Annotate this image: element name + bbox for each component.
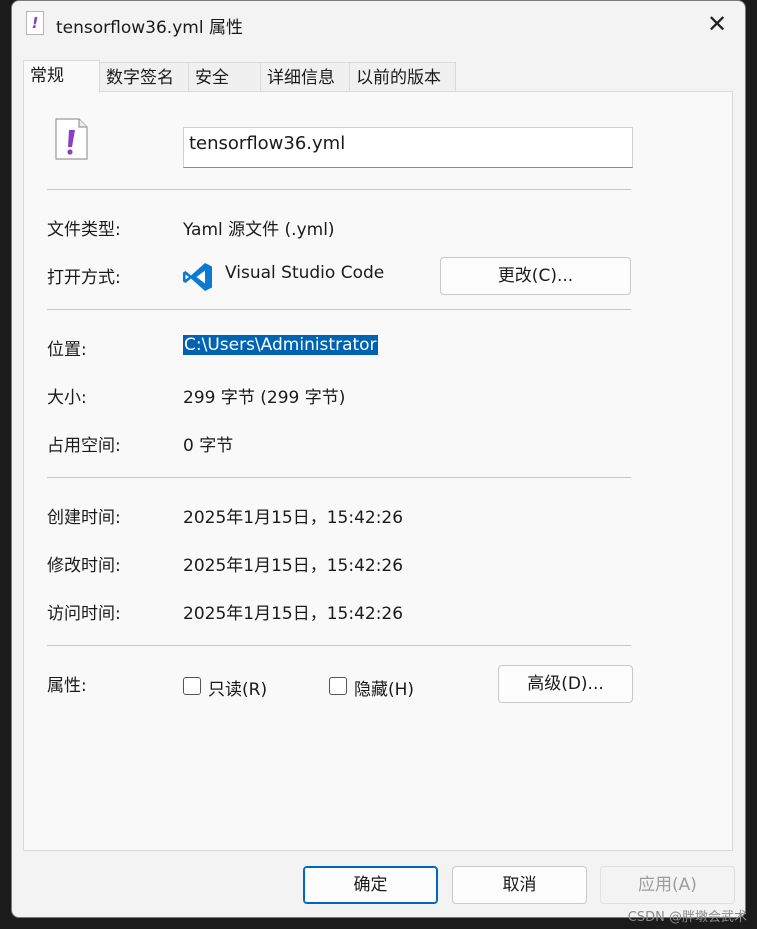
location-value[interactable]: C:\Users\Administrator <box>183 335 378 355</box>
yaml-file-icon: ! <box>26 11 44 35</box>
close-button[interactable]: ✕ <box>697 5 737 43</box>
vscode-icon <box>183 263 212 291</box>
apply-button[interactable]: 应用(A) <box>600 866 735 904</box>
accessed-label: 访问时间: <box>47 604 121 624</box>
ok-button[interactable]: 确定 <box>303 866 438 904</box>
created-label: 创建时间: <box>47 508 121 528</box>
attributes-label: 属性: <box>47 676 87 696</box>
location-text-selected[interactable]: C:\Users\Administrator <box>183 335 378 355</box>
general-panel <box>23 91 733 851</box>
tab-digital-signatures[interactable]: 数字签名 <box>99 62 189 92</box>
yaml-file-icon-large <box>55 118 88 160</box>
window-title: tensorflow36.yml 属性 <box>56 18 243 38</box>
hidden-label[interactable]: 隐藏(H) <box>354 675 414 700</box>
size-label: 大小: <box>47 388 87 408</box>
change-button[interactable]: 更改(C)... <box>440 257 631 295</box>
size-on-disk-label: 占用空间: <box>47 436 121 456</box>
type-value: Yaml 源文件 (.yml) <box>183 220 335 240</box>
readonly-label[interactable]: 只读(R) <box>208 675 267 700</box>
separator <box>47 477 631 478</box>
open-with-label: 打开方式: <box>47 268 121 288</box>
properties-dialog: ! tensorflow36.yml 属性 ✕ 常规 数字签名 安全 详细信息 … <box>11 0 746 918</box>
size-value: 299 字节 (299 字节) <box>183 388 346 408</box>
watermark: CSDN @胖墩会武术 <box>627 910 747 925</box>
tab-security[interactable]: 安全 <box>188 62 261 92</box>
accessed-value: 2025年1月15日，15:42:26 <box>183 604 404 624</box>
size-on-disk-value: 0 字节 <box>183 436 234 456</box>
location-label: 位置: <box>47 340 87 360</box>
readonly-checkbox[interactable] <box>183 677 201 695</box>
hidden-checkbox[interactable] <box>329 677 347 695</box>
advanced-button[interactable]: 高级(D)... <box>498 665 633 703</box>
cancel-button[interactable]: 取消 <box>452 866 587 904</box>
separator <box>47 309 631 310</box>
modified-label: 修改时间: <box>47 556 121 576</box>
separator <box>47 189 631 190</box>
tab-previous-versions[interactable]: 以前的版本 <box>349 62 456 92</box>
tab-details[interactable]: 详细信息 <box>260 62 350 92</box>
type-label: 文件类型: <box>47 220 121 240</box>
file-name-input[interactable]: tensorflow36.yml <box>183 127 633 168</box>
open-with-app: Visual Studio Code <box>225 263 385 283</box>
created-value: 2025年1月15日，15:42:26 <box>183 508 404 528</box>
separator <box>47 645 631 646</box>
title-bar: ! tensorflow36.yml 属性 ✕ <box>12 1 745 47</box>
modified-value: 2025年1月15日，15:42:26 <box>183 556 404 576</box>
tab-general[interactable]: 常规 <box>23 60 100 93</box>
